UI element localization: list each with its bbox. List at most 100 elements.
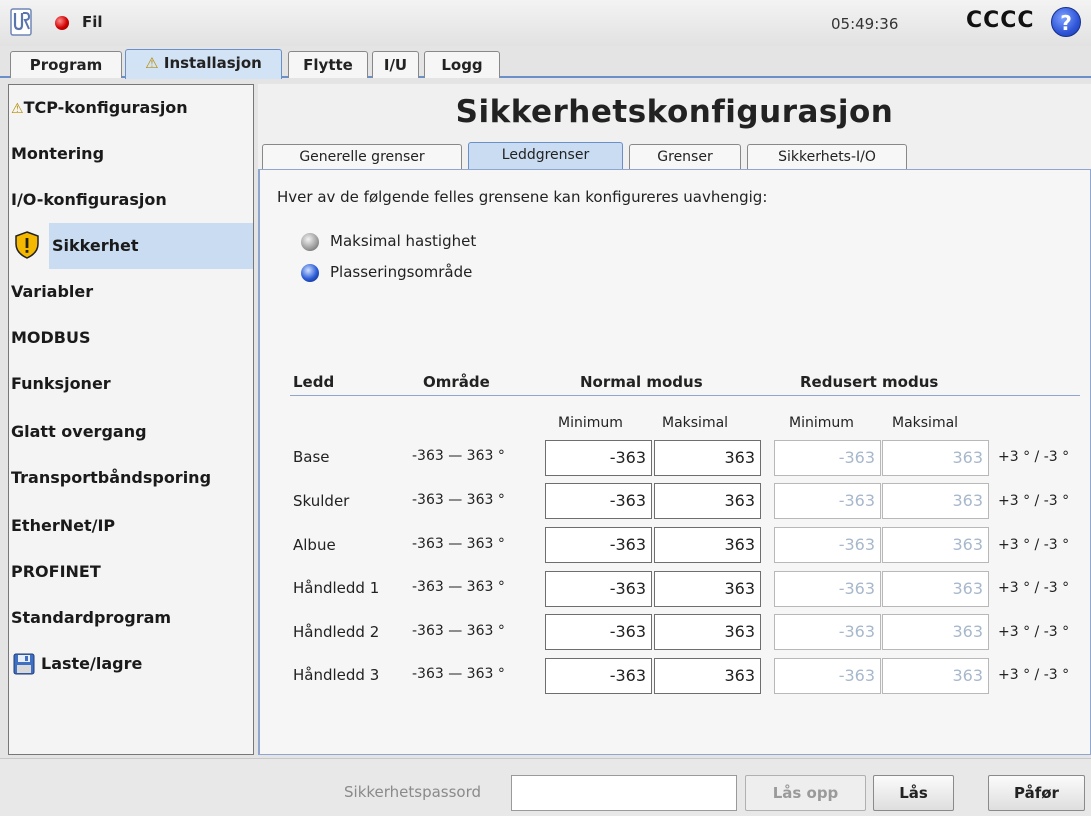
joint-name: Albue: [293, 536, 336, 554]
sidebar-item-label: EtherNet/IP: [11, 516, 116, 535]
sidebar-item-label: PROFINET: [11, 562, 101, 581]
tolerance: +3 ° / -3 °: [998, 624, 1070, 640]
sidebar-item-glatt-overgang[interactable]: Glatt overgang: [9, 409, 253, 455]
sidebar-item-label: Transportbåndsporing: [11, 468, 212, 487]
subheader-normal-max: Maksimal: [662, 415, 729, 431]
sidebar-item-label: Standardprogram: [11, 608, 172, 627]
ur-logo-icon: [10, 8, 32, 36]
joint-range: -363 — 363 °: [412, 623, 505, 639]
tolerance: +3 ° / -3 °: [998, 667, 1070, 683]
tab-leddgrenser[interactable]: Leddgrenser: [468, 142, 623, 169]
col-header-range: Område: [423, 373, 490, 391]
normal-min-input[interactable]: -363: [545, 658, 652, 694]
sidebar-item-label: I/O-konfigurasjon: [11, 190, 167, 209]
tab-flytte[interactable]: Flytte: [288, 51, 368, 78]
warning-icon: ⚠: [11, 101, 24, 117]
reduced-min-input: -363: [774, 483, 881, 519]
joint-name: Base: [293, 448, 330, 466]
joint-name: Håndledd 3: [293, 666, 380, 684]
normal-min-input[interactable]: -363: [545, 614, 652, 650]
joint-name: Håndledd 1: [293, 579, 380, 597]
normal-max-input[interactable]: 363: [654, 483, 761, 519]
sidebar-item-sikkerhet[interactable]: Sikkerhet: [9, 223, 253, 269]
tab-label: Flytte: [303, 56, 353, 74]
joint-range: -363 — 363 °: [412, 666, 505, 682]
normal-min-input[interactable]: -363: [545, 527, 652, 563]
radio-position-range-label: Plasseringsområde: [330, 263, 473, 281]
sidebar-item-tcp[interactable]: ⚠TCP-konfigurasjon: [9, 85, 253, 131]
sidebar-item-io-konfigurasjon[interactable]: I/O-konfigurasjon: [9, 177, 253, 223]
intro-text: Hver av de følgende felles grensene kan …: [277, 188, 768, 206]
sidebar-item-label: Funksjoner: [11, 374, 111, 393]
col-header-reduced: Redusert modus: [800, 373, 939, 391]
tolerance: +3 ° / -3 °: [998, 449, 1070, 465]
sidebar-item-label: MODBUS: [11, 328, 91, 347]
joint-range: -363 — 363 °: [412, 448, 505, 464]
reduced-min-input: -363: [774, 527, 881, 563]
tab-program[interactable]: Program: [10, 51, 122, 78]
normal-max-input[interactable]: 363: [654, 440, 761, 476]
lock-button[interactable]: Lås: [873, 775, 954, 811]
tab-label: Program: [29, 56, 103, 74]
subheader-reduced-max: Maksimal: [892, 415, 959, 431]
sidebar-item-label: TCP-konfigurasjon: [23, 98, 188, 117]
tab-installasjon[interactable]: ⚠ Installasjon: [125, 49, 282, 79]
radio-max-speed-label: Maksimal hastighet: [330, 232, 477, 250]
tab-sikkerhets-io[interactable]: Sikkerhets-I/O: [747, 144, 907, 169]
tab-io[interactable]: I/U: [372, 51, 419, 78]
password-input[interactable]: [511, 775, 737, 811]
reduced-max-input: 363: [882, 614, 989, 650]
reduced-max-input: 363: [882, 571, 989, 607]
sidebar-item-label: Laste/lagre: [41, 654, 143, 673]
top-bar: Fil 05:49:36 CCCC ?: [0, 0, 1091, 46]
normal-min-input[interactable]: -363: [545, 571, 652, 607]
sidebar-item-modbus[interactable]: MODBUS: [9, 315, 253, 361]
sidebar-item-standardprogram[interactable]: Standardprogram: [9, 595, 253, 641]
apply-button[interactable]: Påfør: [988, 775, 1085, 811]
shield-warning-icon: [15, 231, 39, 259]
sidebar: ⚠TCP-konfigurasjon Montering I/O-konfigu…: [8, 84, 254, 755]
sidebar-item-profinet[interactable]: PROFINET: [9, 549, 253, 595]
tab-logg[interactable]: Logg: [424, 51, 500, 78]
help-icon[interactable]: ?: [1051, 7, 1081, 37]
reduced-max-input: 363: [882, 483, 989, 519]
main-tab-bar: Program ⚠ Installasjon Flytte I/U Logg: [0, 47, 1091, 79]
robot-name: CCCC: [966, 8, 1035, 33]
normal-max-input[interactable]: 363: [654, 527, 761, 563]
radio-position-range[interactable]: [301, 264, 319, 282]
sidebar-item-variabler[interactable]: Variabler: [9, 269, 253, 315]
col-header-joint: Ledd: [293, 373, 335, 391]
sidebar-item-montering[interactable]: Montering: [9, 131, 253, 177]
sidebar-item-transportbandsporing[interactable]: Transportbåndsporing: [9, 455, 253, 501]
bottom-bar: Sikkerhetspassord Lås opp Lås Påfør: [0, 758, 1091, 816]
subheader-reduced-min: Minimum: [789, 415, 854, 431]
tab-grenser[interactable]: Grenser: [629, 144, 741, 169]
normal-max-input[interactable]: 363: [654, 658, 761, 694]
status-led-icon: [55, 16, 69, 30]
radio-max-speed[interactable]: [301, 233, 319, 251]
sidebar-item-label: Glatt overgang: [11, 422, 147, 441]
sidebar-item-ethernet-ip[interactable]: EtherNet/IP: [9, 503, 253, 549]
reduced-max-input: 363: [882, 440, 989, 476]
joint-name: Skulder: [293, 492, 350, 510]
unlock-button[interactable]: Lås opp: [745, 775, 866, 811]
sub-tab-bar: Generelle grenser Leddgrenser Grenser Si…: [258, 141, 1091, 169]
sidebar-item-funksjoner[interactable]: Funksjoner: [9, 361, 253, 407]
sidebar-item-laste-lagre[interactable]: Laste/lagre: [9, 641, 253, 687]
page-title: Sikkerhetskonfigurasjon: [455, 94, 894, 130]
normal-max-input[interactable]: 363: [654, 571, 761, 607]
tolerance: +3 ° / -3 °: [998, 580, 1070, 596]
reduced-min-input: -363: [774, 571, 881, 607]
normal-max-input[interactable]: 363: [654, 614, 761, 650]
col-header-normal: Normal modus: [580, 373, 703, 391]
sidebar-item-label: Montering: [11, 144, 105, 163]
tolerance: +3 ° / -3 °: [998, 537, 1070, 553]
sidebar-item-label: Variabler: [11, 282, 94, 301]
reduced-min-input: -363: [774, 614, 881, 650]
tab-generelle-grenser[interactable]: Generelle grenser: [262, 144, 462, 169]
joint-range: -363 — 363 °: [412, 536, 505, 552]
normal-min-input[interactable]: -363: [545, 483, 652, 519]
normal-min-input[interactable]: -363: [545, 440, 652, 476]
sidebar-item-label: Sikkerhet: [52, 236, 139, 255]
file-menu[interactable]: Fil: [82, 13, 103, 31]
